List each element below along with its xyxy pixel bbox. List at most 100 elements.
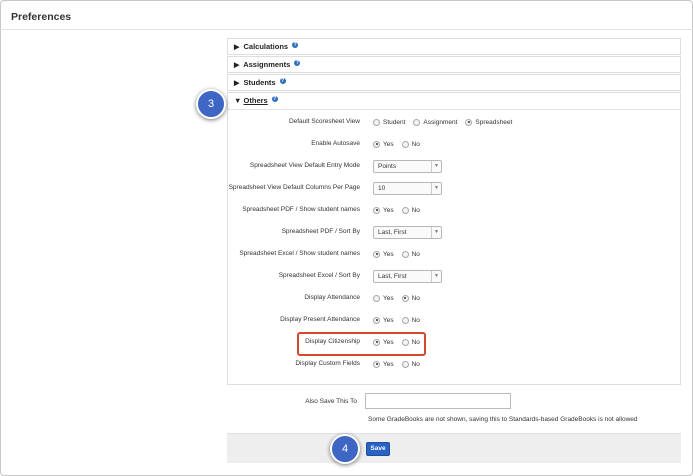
section-students[interactable]: ▶ Students ? [227, 74, 681, 91]
dropdown-select[interactable]: Last, First ▼ [373, 225, 442, 239]
radio-no[interactable] [401, 316, 409, 324]
radio-label: No [411, 140, 420, 148]
also-save-input[interactable] [365, 393, 511, 409]
radio-label: No [411, 316, 420, 324]
radio-no[interactable] [401, 250, 409, 258]
preference-control: Yes No [373, 356, 425, 372]
radio-no[interactable] [401, 140, 409, 148]
dropdown-arrow-icon: ▼ [431, 160, 441, 172]
radio-assignment[interactable] [413, 118, 421, 126]
dropdown-select[interactable]: Last, First ▼ [373, 269, 442, 283]
preference-label: Spreadsheet View Default Entry Mode [249, 162, 360, 169]
section-calculations[interactable]: ▶ Calculations ? [227, 38, 681, 55]
preference-label: Display Present Attendance [280, 316, 360, 323]
preference-row: Display Citizenship Yes No [228, 334, 680, 350]
radio-label: No [411, 360, 420, 368]
radio-label: Yes [383, 294, 394, 302]
radio-yes[interactable] [373, 250, 380, 258]
preference-label: Spreadsheet View Default Columns Per Pag… [228, 184, 360, 191]
radio-label: Yes [383, 316, 394, 324]
preference-row: Spreadsheet Excel / Show student names Ye… [228, 246, 680, 262]
title-divider [0, 29, 693, 30]
preference-control: Points ▼ [373, 158, 442, 174]
question-circle-icon[interactable]: ? [294, 60, 301, 66]
preference-label: Spreadsheet PDF / Sort By [281, 228, 360, 235]
dropdown-arrow-icon: ▼ [431, 226, 441, 238]
dropdown-arrow-icon: ▼ [431, 182, 441, 194]
preference-label: Spreadsheet PDF / Show student names [242, 206, 360, 213]
chevron-right-icon: ▶ [234, 44, 240, 51]
question-circle-icon[interactable]: ? [271, 96, 278, 102]
preference-control: Last, First ▼ [373, 268, 442, 284]
footer-bar [227, 433, 681, 463]
preference-label: Display Custom Fields [295, 360, 360, 367]
preference-control: Yes No [373, 136, 425, 152]
step-3-callout: 3 [196, 89, 226, 119]
radio-no[interactable] [401, 360, 409, 368]
citizenship-highlight [297, 332, 426, 356]
preference-row: Spreadsheet PDF / Sort By Last, First ▼ [228, 224, 680, 240]
preference-control: Last, First ▼ [373, 224, 442, 240]
preference-control: Yes No [373, 202, 425, 218]
section-label: Calculations [243, 42, 289, 51]
radio-label: Assignment [423, 118, 458, 126]
chevron-right-icon: ▶ [234, 62, 240, 69]
section-assignments[interactable]: ▶ Assignments ? [227, 56, 681, 73]
preference-row: Display Custom Fields Yes No [228, 356, 680, 372]
radio-label: Spreadsheet [475, 118, 513, 126]
radio-label: Yes [383, 140, 394, 148]
preference-control: Yes No [373, 246, 425, 262]
page-title: Preferences [11, 11, 72, 23]
section-label: Students [243, 78, 276, 87]
radio-yes[interactable] [373, 360, 380, 368]
radio-no[interactable] [401, 294, 409, 302]
section-others: ▼ Others ? Default Scoresheet View Studen… [227, 92, 681, 385]
step-4-callout: 4 [330, 434, 360, 464]
radio-label: Yes [383, 360, 394, 368]
dropdown-select[interactable]: Points ▼ [373, 159, 442, 173]
section-label: Assignments [243, 60, 291, 69]
chevron-right-icon: ▶ [234, 80, 240, 87]
dropdown-value: 10 [378, 184, 386, 192]
dropdown-select[interactable]: 10 ▼ [373, 181, 442, 195]
section-label: Others [243, 96, 268, 105]
also-save-label: Also Save This To [305, 398, 357, 405]
chevron-down-icon: ▼ [234, 96, 242, 105]
preference-row: Spreadsheet View Default Entry Mode Point… [228, 158, 680, 174]
radio-label: No [411, 206, 420, 214]
preference-label: Spreadsheet Excel / Show student names [239, 250, 360, 257]
radio-label: No [411, 250, 420, 258]
dropdown-value: Points [378, 162, 397, 170]
preference-row: Spreadsheet View Default Columns Per Pag… [228, 180, 680, 196]
radio-label: Yes [383, 250, 394, 258]
radio-student[interactable] [373, 118, 380, 126]
preference-label: Enable Autosave [311, 140, 360, 147]
radio-yes[interactable] [373, 294, 380, 302]
preference-control: Yes No [373, 290, 425, 306]
radio-label: Yes [383, 206, 394, 214]
save-button[interactable]: Save [366, 442, 390, 456]
radio-spreadsheet[interactable] [465, 118, 473, 126]
radio-label: Student [383, 118, 406, 126]
preference-row: Spreadsheet PDF / Show student names Yes N… [228, 202, 680, 218]
preference-label: Spreadsheet Excel / Sort By [278, 272, 360, 279]
preference-control: Student Assignment Spreadsheet [373, 114, 517, 130]
radio-label: No [411, 294, 420, 302]
radio-no[interactable] [401, 206, 409, 214]
question-circle-icon[interactable]: ? [292, 42, 299, 48]
dropdown-value: Last, First [378, 228, 407, 236]
radio-yes[interactable] [373, 140, 380, 148]
preference-control: Yes No [373, 312, 425, 328]
also-save-note: Some GradeBooks are not shown, saving th… [368, 416, 638, 423]
radio-yes[interactable] [373, 316, 380, 324]
preference-row: Display Attendance Yes No [228, 290, 680, 306]
question-circle-icon[interactable]: ? [279, 78, 286, 84]
preference-row: Default Scoresheet View Student Assignment… [228, 114, 680, 130]
radio-yes[interactable] [373, 206, 380, 214]
dropdown-value: Last, First [378, 272, 407, 280]
preference-row: Enable Autosave Yes No [228, 136, 680, 152]
preference-row: Spreadsheet Excel / Sort By Last, First ▼ [228, 268, 680, 284]
preference-label: Display Attendance [304, 294, 360, 301]
section-others-header[interactable]: ▼ Others ? [228, 93, 680, 110]
preference-control: 10 ▼ [373, 180, 442, 196]
